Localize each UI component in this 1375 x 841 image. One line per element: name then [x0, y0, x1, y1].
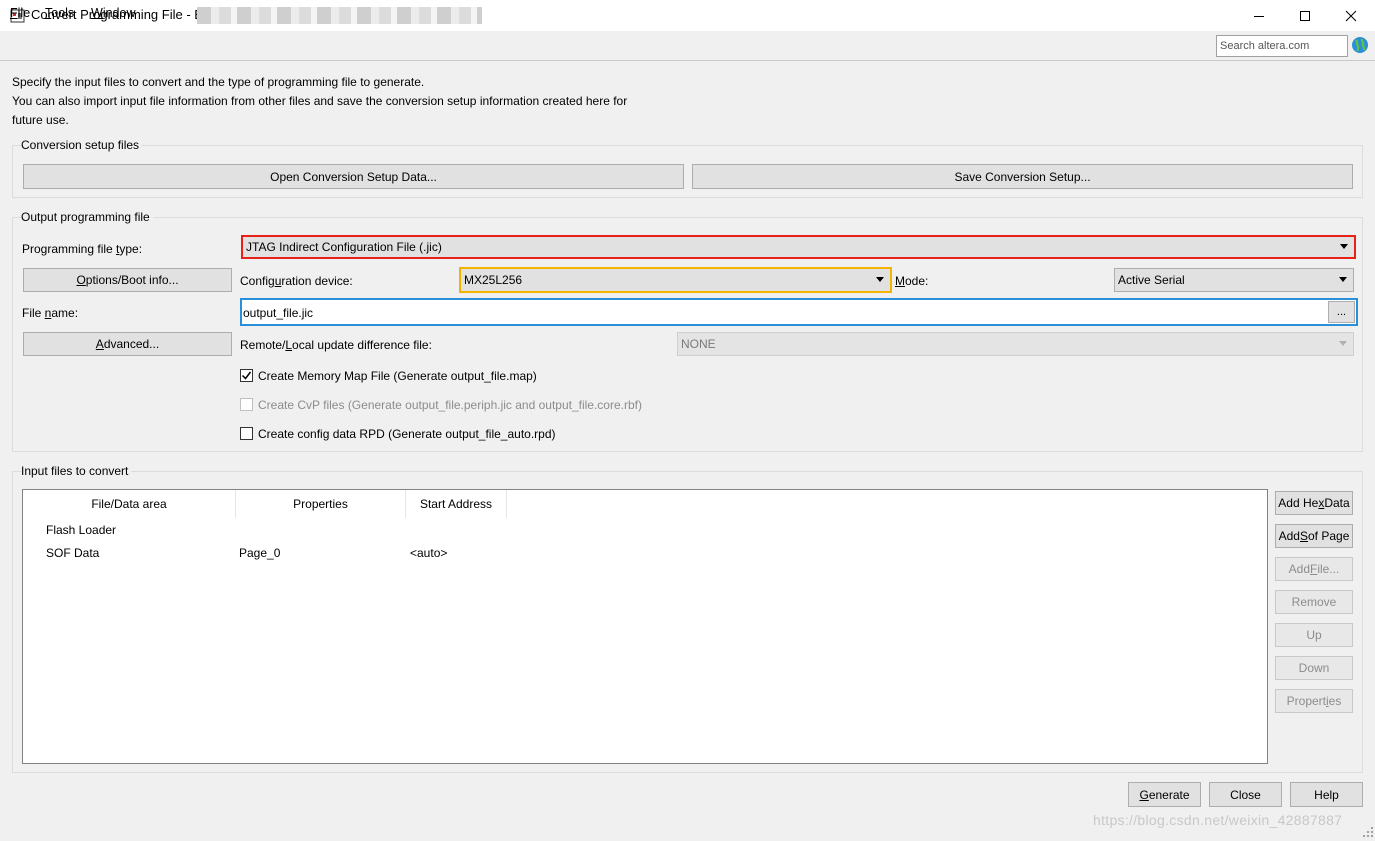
help-button[interactable]: Help — [1290, 782, 1363, 807]
table-row-sof-data-area[interactable]: SOF Data — [46, 546, 99, 560]
blurred-title-region — [197, 7, 482, 24]
close-button[interactable]: Close — [1209, 782, 1282, 807]
mode-label: Mode: — [895, 274, 929, 288]
table-row-sof-data-properties[interactable]: Page_0 — [239, 546, 280, 560]
programming-file-type-label: Programming file type: — [22, 242, 143, 256]
chevron-down-icon — [1339, 277, 1347, 282]
minimize-button[interactable] — [1236, 0, 1282, 31]
save-conversion-setup-button[interactable]: Save Conversion Setup... — [692, 164, 1353, 189]
conversion-setup-title: Conversion setup files — [21, 138, 143, 152]
add-file-button[interactable]: Add File... — [1275, 557, 1353, 581]
advanced-button[interactable]: Advanced... — [23, 332, 232, 356]
file-name-field-frame — [240, 298, 1358, 326]
input-files-title: Input files to convert — [21, 464, 132, 478]
remote-local-update-label: Remote/Local update difference file: — [240, 338, 432, 352]
remote-local-update-value: NONE — [681, 337, 716, 351]
down-button[interactable]: Down — [1275, 656, 1353, 680]
close-icon — [1345, 10, 1357, 21]
menu-bar — [0, 31, 1375, 61]
maximize-button[interactable] — [1282, 0, 1328, 31]
input-files-table[interactable]: File/Data area Properties Start Address … — [22, 489, 1268, 764]
minimize-icon — [1254, 15, 1264, 17]
column-header-start-address[interactable]: Start Address — [406, 490, 507, 518]
search-input[interactable] — [1216, 35, 1348, 57]
options-boot-info-button[interactable]: Options/Boot info... — [23, 268, 232, 292]
intro-line-3: future use. — [12, 113, 69, 127]
remote-local-update-select[interactable]: NONE — [677, 332, 1354, 356]
create-memory-map-label: Create Memory Map File (Generate output_… — [258, 369, 537, 383]
watermark: https://blog.csdn.net/weixin_42887887 — [1093, 812, 1343, 828]
mode-value: Active Serial — [1118, 273, 1185, 287]
column-header-properties[interactable]: Properties — [236, 490, 406, 518]
globe-icon[interactable] — [1351, 36, 1369, 54]
create-cvp-files-checkbox[interactable] — [240, 398, 253, 411]
chevron-down-icon — [1339, 341, 1347, 346]
column-header-file-data-area[interactable]: File/Data area — [23, 490, 236, 518]
checkmark-icon — [241, 371, 252, 380]
browse-file-button[interactable]: ... — [1328, 301, 1355, 323]
chevron-down-icon — [876, 277, 884, 282]
resize-grip-icon[interactable] — [1362, 826, 1374, 838]
menu-window[interactable]: Window — [91, 6, 135, 20]
close-window-button[interactable] — [1328, 0, 1374, 31]
programming-file-type-select[interactable]: JTAG Indirect Configuration File (.jic) — [241, 235, 1356, 259]
add-hex-data-button[interactable]: Add He x Data — [1275, 491, 1353, 515]
create-config-rpd-checkbox[interactable] — [240, 427, 253, 440]
menu-tools[interactable]: Tools — [45, 6, 74, 20]
table-row-sof-data-start[interactable]: <auto> — [410, 546, 447, 560]
create-config-rpd-label: Create config data RPD (Generate output_… — [258, 427, 556, 441]
intro-line-2: You can also import input file informati… — [12, 94, 628, 108]
file-name-label: File name: — [22, 306, 79, 320]
output-programming-title: Output programming file — [21, 210, 153, 224]
mode-select[interactable]: Active Serial — [1114, 268, 1354, 292]
create-cvp-files-label: Create CvP files (Generate output_file.p… — [258, 398, 642, 412]
chevron-down-icon — [1340, 244, 1348, 249]
add-sof-page-button[interactable]: Add Sof Page — [1275, 524, 1353, 548]
table-row-flash-loader-area[interactable]: Flash Loader — [46, 523, 116, 537]
configuration-device-label: Configuration device: — [240, 274, 353, 288]
menu-file[interactable]: File — [10, 6, 30, 20]
configuration-device-select[interactable]: MX25L256 — [459, 267, 892, 293]
file-name-input[interactable]: output_file.jic — [243, 306, 313, 320]
create-memory-map-checkbox[interactable] — [240, 369, 253, 382]
generate-button[interactable]: Generate — [1128, 782, 1201, 807]
maximize-icon — [1300, 10, 1310, 21]
remove-button[interactable]: Remove — [1275, 590, 1353, 614]
properties-button[interactable]: Propert i es — [1275, 689, 1353, 713]
configuration-device-value: MX25L256 — [464, 273, 523, 287]
programming-file-type-value: JTAG Indirect Configuration File (.jic) — [246, 240, 442, 254]
up-button[interactable]: Up — [1275, 623, 1353, 647]
open-conversion-setup-button[interactable]: Open Conversion Setup Data... — [23, 164, 684, 189]
intro-line-1: Specify the input files to convert and t… — [12, 75, 425, 89]
